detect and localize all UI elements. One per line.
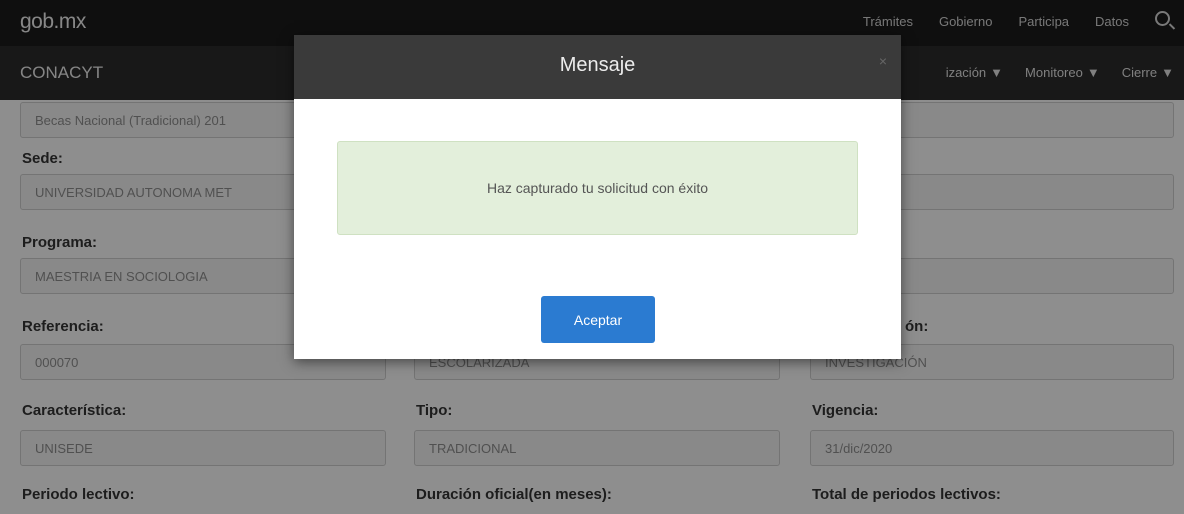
message-dialog: Mensaje × Haz capturado tu solicitud con… [294, 35, 901, 359]
dialog-header: Mensaje × [294, 35, 901, 99]
close-icon[interactable]: × [879, 53, 887, 69]
accept-button[interactable]: Aceptar [541, 296, 655, 343]
success-alert: Haz capturado tu solicitud con éxito [337, 141, 858, 235]
modal-backdrop[interactable]: Mensaje × Haz capturado tu solicitud con… [0, 0, 1184, 514]
dialog-title: Mensaje [559, 54, 636, 76]
success-message: Haz capturado tu solicitud con éxito [486, 180, 708, 196]
